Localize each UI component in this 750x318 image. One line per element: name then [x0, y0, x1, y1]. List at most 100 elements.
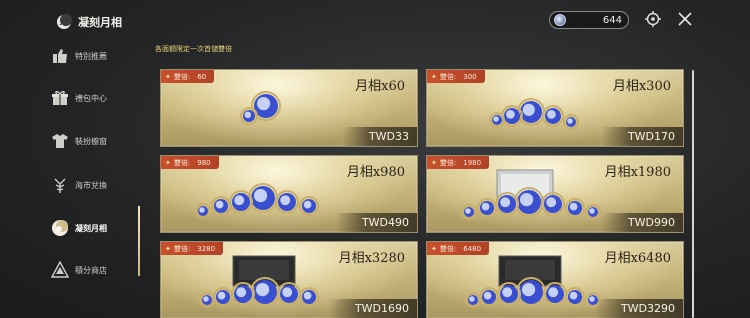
gift-icon — [50, 88, 70, 108]
product-name: 月相x980 — [346, 165, 405, 180]
product-name: 月相x1980 — [604, 165, 671, 180]
orb-glow — [217, 291, 226, 300]
active-indicator — [138, 206, 140, 276]
product-card[interactable]: ✦ 雙倍: 60 月相x60 TWD33 — [160, 69, 418, 147]
orb-glow — [483, 291, 492, 300]
currency-display[interactable]: 644 — [549, 11, 629, 29]
recommend-icon — [50, 46, 70, 66]
orb-glow — [203, 296, 209, 302]
crosshair-icon — [645, 11, 661, 27]
bonus-value: 6480 — [463, 244, 482, 253]
page-header: 凝刻月相 — [56, 12, 122, 32]
close-icon — [678, 12, 692, 26]
star-icon: ✦ — [165, 244, 171, 253]
orb-glow — [522, 103, 535, 116]
double-bonus-badge: ✦ 雙倍: 980 — [161, 156, 219, 169]
sidebar-item-moon-crystal[interactable]: 凝刻月相 — [50, 214, 140, 242]
price-button[interactable]: TWD170 — [601, 127, 683, 146]
sidebar-item-gift[interactable]: 禮包中心 — [50, 84, 140, 112]
product-card[interactable]: ✦ 雙倍: 300 月相x300 TWD170 — [426, 69, 684, 147]
target-button[interactable] — [644, 10, 662, 28]
product-name: 月相x60 — [355, 79, 405, 94]
orb-glow — [522, 283, 536, 297]
sidebar-item-label: 特別推薦 — [75, 51, 107, 61]
orb-glow — [548, 287, 559, 298]
orb-glow — [236, 287, 247, 298]
orb-glow — [215, 200, 224, 209]
orb-glow — [589, 208, 595, 214]
price-button[interactable]: TWD3290 — [594, 299, 683, 318]
orb-glow — [567, 118, 573, 124]
bonus-value: 980 — [197, 158, 211, 167]
moon-crystal-icon — [50, 218, 70, 238]
product-card[interactable]: ✦ 雙倍: 3280 月相x3280 TWD1690 — [160, 241, 418, 318]
orb-glow — [493, 116, 499, 122]
orb-glow — [234, 195, 245, 206]
orb-glow — [244, 111, 252, 119]
sidebar-item-outfit[interactable]: 裝扮櫥窗 — [50, 127, 140, 155]
orb-glow — [256, 283, 270, 297]
orb-glow — [481, 202, 490, 211]
sidebar-item-exchange[interactable]: 海市兌換 — [50, 171, 140, 199]
price-button[interactable]: TWD990 — [601, 213, 683, 232]
orb-glow — [506, 110, 515, 119]
currency-value: 644 — [602, 14, 622, 26]
sidebar-item-label: 積分商店 — [75, 265, 107, 275]
orb-glow — [569, 202, 578, 211]
star-icon: ✦ — [165, 72, 171, 81]
double-bonus-badge: ✦ 雙倍: 1980 — [427, 156, 490, 169]
price-button[interactable]: TWD33 — [342, 127, 417, 146]
star-icon: ✦ — [431, 244, 437, 253]
orb-glow — [500, 197, 511, 208]
star-icon: ✦ — [431, 158, 437, 167]
orb-glow — [257, 97, 271, 111]
double-bonus-badge: ✦ 雙倍: 60 — [161, 70, 215, 83]
orb-glow — [303, 291, 312, 300]
moon-currency-icon — [554, 14, 566, 26]
product-card[interactable]: ✦ 雙倍: 6480 月相x6480 TWD3290 — [426, 241, 684, 318]
bonus-value: 300 — [463, 72, 477, 81]
bonus-label: 雙倍: — [173, 158, 191, 167]
close-button[interactable] — [676, 10, 694, 28]
bonus-value: 60 — [197, 72, 207, 81]
bonus-value: 3280 — [197, 244, 216, 253]
orb-glow — [569, 291, 578, 300]
price-button[interactable]: TWD1690 — [328, 299, 417, 318]
orb-glow — [589, 296, 595, 302]
orb-glow — [280, 195, 291, 206]
sidebar-item-label: 禮包中心 — [75, 93, 107, 103]
bonus-label: 雙倍: — [173, 244, 191, 253]
scrollbar[interactable] — [692, 70, 694, 318]
product-name: 月相x300 — [612, 79, 671, 94]
bonus-label: 雙倍: — [439, 158, 457, 167]
star-icon: ✦ — [431, 72, 437, 81]
bonus-value: 1980 — [463, 158, 482, 167]
bonus-label: 雙倍: — [439, 244, 457, 253]
orb-glow — [282, 287, 293, 298]
sidebar-item-recommend[interactable]: 特別推薦 — [50, 42, 140, 70]
price-button[interactable]: TWD490 — [335, 213, 417, 232]
sidebar-item-points-shop[interactable]: 積分商店 — [50, 256, 140, 284]
moon-crystal-icon — [56, 14, 72, 30]
orb-glow — [465, 208, 471, 214]
star-icon: ✦ — [165, 158, 171, 167]
orb-glow — [520, 193, 534, 207]
orb-glow — [469, 296, 475, 302]
points-shop-icon — [50, 260, 70, 280]
bonus-label: 雙倍: — [439, 72, 457, 81]
page-title: 凝刻月相 — [78, 16, 122, 29]
orb-glow — [199, 207, 205, 213]
product-card[interactable]: ✦ 雙倍: 1980 月相x1980 TWD990 — [426, 155, 684, 233]
bonus-label: 雙倍: — [173, 72, 191, 81]
orb-glow — [303, 200, 312, 209]
orb-glow — [502, 287, 513, 298]
product-card[interactable]: ✦ 雙倍: 980 月相x980 TWD490 — [160, 155, 418, 233]
double-bonus-notice: 各面額限定一次首儲雙倍 — [155, 45, 232, 53]
orb-glow — [547, 110, 556, 119]
sidebar-item-label: 凝刻月相 — [75, 223, 107, 233]
orb-glow — [546, 197, 557, 208]
exchange-icon — [50, 175, 70, 195]
product-name: 月相x3280 — [338, 251, 405, 266]
double-bonus-badge: ✦ 雙倍: 6480 — [427, 242, 490, 255]
outfit-icon — [50, 131, 70, 151]
